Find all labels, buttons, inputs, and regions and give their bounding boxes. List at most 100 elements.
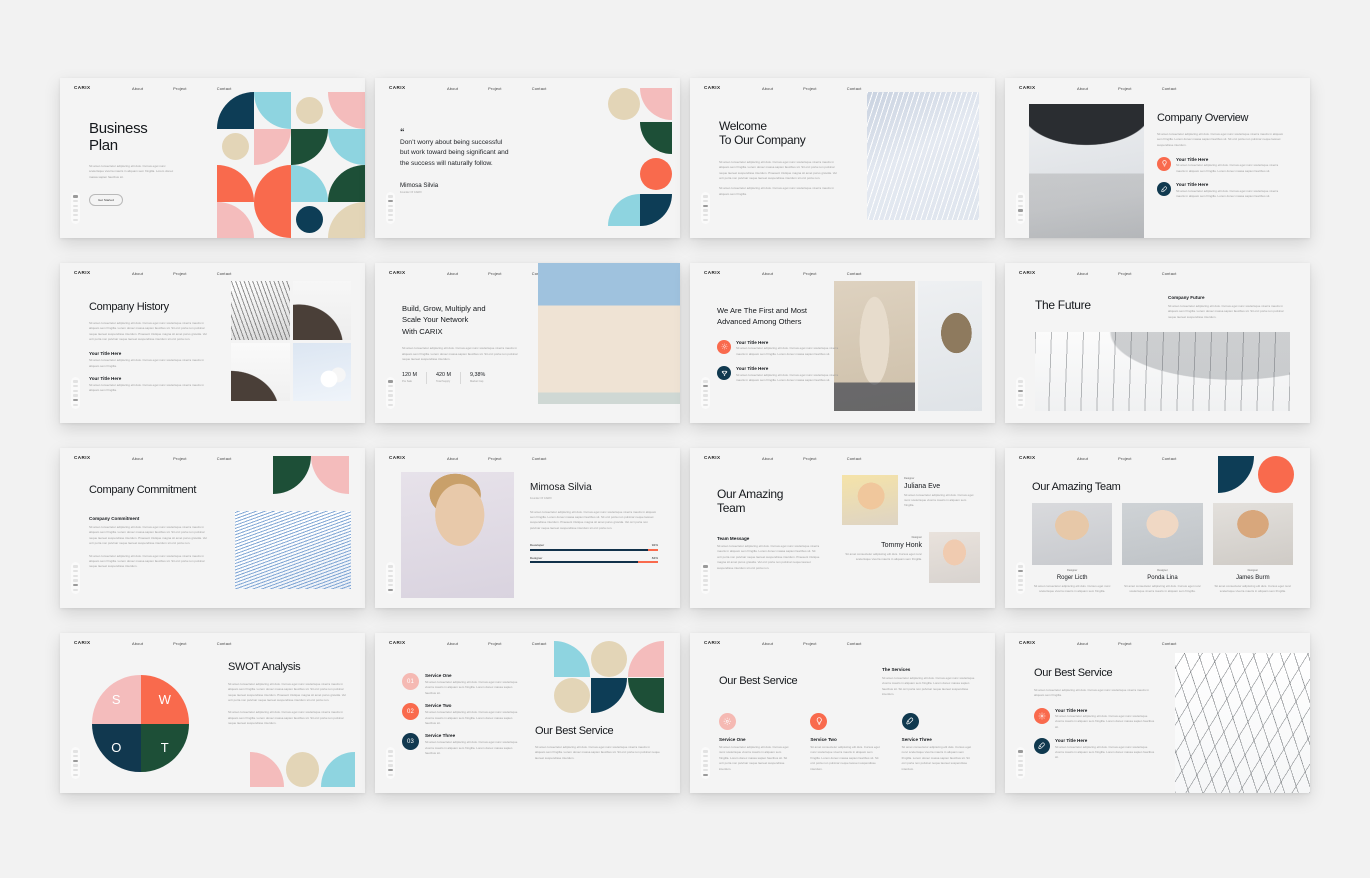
service-card[interactable]: Service One Sit amet consectetur adipisc…	[719, 713, 792, 772]
nav-item-project[interactable]: Project	[173, 271, 187, 276]
nav-links[interactable]: About Project Contact	[132, 641, 232, 646]
nav-item-about[interactable]: About	[132, 456, 143, 461]
nav-item-about[interactable]: About	[447, 456, 458, 461]
nav-item-project[interactable]: Project	[173, 641, 187, 646]
slide-rail[interactable]	[386, 192, 395, 224]
slide-welcome[interactable]: CARIX About Project Contact Welcome To O…	[690, 78, 995, 238]
nav-item-project[interactable]: Project	[488, 641, 502, 646]
nav-item-project[interactable]: Project	[488, 456, 502, 461]
nav-item-about[interactable]: About	[1077, 641, 1088, 646]
slide-amazing-team-a[interactable]: CARIX About Project Contact Our Amazing …	[690, 448, 995, 608]
slide-company-overview[interactable]: CARIX About Project Contact Company Over…	[1005, 78, 1310, 238]
slide-best-service-mesh[interactable]: CARIX About Project Contact Our Best Ser…	[1005, 633, 1310, 793]
nav-item-about[interactable]: About	[762, 456, 773, 461]
slide-rail[interactable]	[1016, 192, 1025, 224]
slide-rail[interactable]	[701, 747, 710, 779]
nav-item-project[interactable]: Project	[1118, 641, 1132, 646]
nav-links[interactable]: About Project Contact	[447, 456, 547, 461]
nav-item-contact[interactable]: Contact	[847, 86, 862, 91]
nav-item-project[interactable]: Project	[803, 456, 817, 461]
team-member-card[interactable]: Designer Roger Licth Sit amet consectetu…	[1032, 503, 1113, 594]
nav-links[interactable]: About Project Contact	[447, 271, 547, 276]
nav-item-about[interactable]: About	[132, 641, 143, 646]
nav-item-contact[interactable]: Contact	[532, 641, 547, 646]
slide-rail[interactable]	[1016, 377, 1025, 409]
team-member-card[interactable]: Designer James Burm Sit amet consectetur…	[1212, 503, 1293, 594]
nav-item-contact[interactable]: Contact	[847, 456, 862, 461]
nav-item-about[interactable]: About	[762, 641, 773, 646]
service-item[interactable]: 02 Service Two Sit amet consectetur adip…	[402, 703, 522, 726]
nav-item-about[interactable]: About	[447, 271, 458, 276]
nav-item-contact[interactable]: Contact	[1162, 641, 1177, 646]
nav-item-project[interactable]: Project	[173, 86, 187, 91]
slide-best-service-icons[interactable]: CARIX About Project Contact Our Best Ser…	[690, 633, 995, 793]
nav-item-project[interactable]: Project	[488, 271, 502, 276]
slide-rail[interactable]	[71, 192, 80, 224]
nav-item-project[interactable]: Project	[1118, 271, 1132, 276]
slide-rail[interactable]	[386, 747, 395, 779]
nav-links[interactable]: About Project Contact	[1077, 456, 1177, 461]
nav-item-about[interactable]: About	[1077, 456, 1088, 461]
nav-item-about[interactable]: About	[1077, 86, 1088, 91]
nav-item-contact[interactable]: Contact	[217, 456, 232, 461]
nav-item-contact[interactable]: Contact	[1162, 271, 1177, 276]
slide-rail[interactable]	[1016, 747, 1025, 779]
nav-item-project[interactable]: Project	[488, 86, 502, 91]
nav-item-about[interactable]: About	[1077, 271, 1088, 276]
get-started-button[interactable]: Get Started	[89, 193, 123, 206]
nav-links[interactable]: About Project Contact	[762, 271, 862, 276]
slide-amazing-team-b[interactable]: CARIX About Project Contact Our Amazing …	[1005, 448, 1310, 608]
slide-quote[interactable]: CARIX About Project Contact “ Don’t worr…	[375, 78, 680, 238]
slide-company-commitment[interactable]: CARIX About Project Contact Company Comm…	[60, 448, 365, 608]
service-card[interactable]: Service Two Sit amet consectetur adipisc…	[810, 713, 883, 772]
nav-item-about[interactable]: About	[762, 271, 773, 276]
nav-links[interactable]: About Project Contact	[1077, 271, 1177, 276]
nav-item-project[interactable]: Project	[1118, 456, 1132, 461]
nav-item-about[interactable]: About	[762, 86, 773, 91]
nav-item-about[interactable]: About	[132, 271, 143, 276]
nav-item-contact[interactable]: Contact	[217, 86, 232, 91]
slide-first-advanced[interactable]: CARIX About Project Contact We Are The F…	[690, 263, 995, 423]
slide-rail[interactable]	[71, 747, 80, 779]
nav-item-project[interactable]: Project	[803, 271, 817, 276]
slide-swot-analysis[interactable]: CARIX About Project Contact S W O T SWOT…	[60, 633, 365, 793]
nav-links[interactable]: About Project Contact	[447, 641, 547, 646]
nav-item-contact[interactable]: Contact	[532, 86, 547, 91]
nav-links[interactable]: About Project Contact	[132, 86, 232, 91]
slide-rail[interactable]	[701, 562, 710, 594]
slide-business-plan[interactable]: CARIX About Project Contact Business Pla…	[60, 78, 365, 238]
slide-company-history[interactable]: CARIX About Project Contact Company Hist…	[60, 263, 365, 423]
slide-rail[interactable]	[386, 377, 395, 409]
team-member-card[interactable]: Designer Ponda Lina Sit amet consectetur…	[1122, 503, 1203, 594]
service-item[interactable]: 01 Service One Sit amet consectetur adip…	[402, 673, 522, 696]
nav-item-project[interactable]: Project	[803, 641, 817, 646]
nav-links[interactable]: About Project Contact	[762, 86, 862, 91]
nav-item-about[interactable]: About	[447, 86, 458, 91]
nav-links[interactable]: About Project Contact	[1077, 86, 1177, 91]
nav-item-project[interactable]: Project	[803, 86, 817, 91]
service-card[interactable]: Service Three Sit amet consectetur adipi…	[901, 713, 975, 772]
slide-rail[interactable]	[71, 562, 80, 594]
nav-item-about[interactable]: About	[447, 641, 458, 646]
slide-rail[interactable]	[386, 562, 395, 594]
nav-item-contact[interactable]: Contact	[1162, 86, 1177, 91]
nav-item-contact[interactable]: Contact	[532, 456, 547, 461]
nav-item-contact[interactable]: Contact	[217, 271, 232, 276]
slide-rail[interactable]	[701, 377, 710, 409]
nav-links[interactable]: About Project Contact	[447, 86, 547, 91]
nav-item-project[interactable]: Project	[173, 456, 187, 461]
nav-item-contact[interactable]: Contact	[847, 271, 862, 276]
nav-links[interactable]: About Project Contact	[132, 456, 232, 461]
slide-rail[interactable]	[701, 192, 710, 224]
slide-the-future[interactable]: CARIX About Project Contact The Future C…	[1005, 263, 1310, 423]
slide-best-service-numbered[interactable]: CARIX About Project Contact 01 Service O…	[375, 633, 680, 793]
nav-item-project[interactable]: Project	[1118, 86, 1132, 91]
nav-item-contact[interactable]: Contact	[847, 641, 862, 646]
nav-item-about[interactable]: About	[132, 86, 143, 91]
nav-links[interactable]: About Project Contact	[762, 641, 862, 646]
nav-item-contact[interactable]: Contact	[1162, 456, 1177, 461]
slide-rail[interactable]	[1016, 562, 1025, 594]
nav-item-contact[interactable]: Contact	[217, 641, 232, 646]
nav-links[interactable]: About Project Contact	[1077, 641, 1177, 646]
nav-links[interactable]: About Project Contact	[762, 456, 862, 461]
